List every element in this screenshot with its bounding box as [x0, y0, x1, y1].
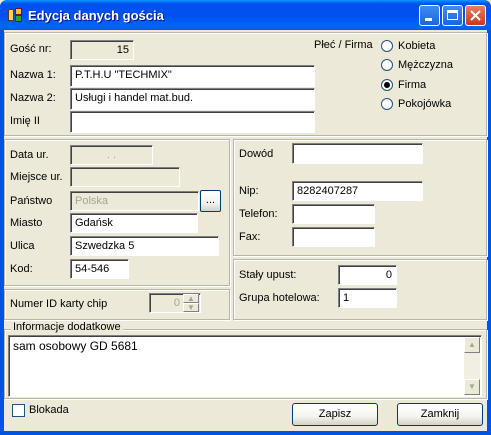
scroll-down-icon[interactable]: ▼ — [464, 379, 480, 395]
name1-label: Nazwa 1: — [10, 69, 56, 81]
nip-input[interactable]: 8282407287 — [292, 181, 423, 201]
radio-firma[interactable] — [381, 79, 393, 91]
maximize-button[interactable] — [442, 5, 463, 26]
discount-label: Stały upust: — [239, 269, 297, 281]
info-textarea[interactable]: sam osobowy GD 5681 ▲ ▼ — [8, 335, 482, 397]
radio-kobieta-label[interactable]: Kobieta — [398, 40, 435, 52]
phone-label: Telefon: — [239, 208, 278, 220]
name1-input[interactable]: P.T.H.U "TECHMIX" — [70, 65, 315, 87]
hotel-app-icon — [8, 8, 22, 22]
phone-input[interactable] — [292, 204, 375, 224]
radio-mezczyzna[interactable] — [381, 59, 393, 71]
document-input[interactable] — [292, 143, 423, 164]
postcode-label: Kod: — [10, 263, 33, 275]
minimize-icon — [425, 18, 432, 21]
birthdate-label: Data ur. — [10, 149, 49, 161]
radio-pokojowka[interactable] — [381, 98, 393, 110]
city-label: Miasto — [10, 217, 43, 229]
close-window-button[interactable] — [465, 5, 486, 26]
document-label: Dowód — [239, 148, 274, 160]
info-group-title: Informacje dodatkowe — [11, 321, 123, 333]
name2-label: Nazwa 2: — [10, 92, 56, 104]
firstname-input[interactable] — [70, 111, 315, 133]
type-group-label: Płeć / Firma — [314, 39, 373, 51]
fax-input[interactable] — [292, 227, 375, 247]
hotel-group-label: Grupa hotelowa: — [239, 292, 320, 304]
country-input[interactable]: Polska — [70, 191, 199, 211]
birthplace-input[interactable] — [70, 167, 180, 187]
postcode-input[interactable]: 54-546 — [70, 259, 129, 279]
radio-mezczyzna-label[interactable]: Mężczyzna — [398, 59, 453, 71]
firstname-label: Imię II — [10, 115, 40, 127]
name2-input[interactable]: Usługi i handel mat.bud. — [70, 88, 315, 110]
blocked-label[interactable]: Blokada — [29, 404, 69, 416]
street-input[interactable]: Szwedzka 5 — [70, 236, 219, 256]
title-bar[interactable]: Edycja danych gościa — [0, 0, 491, 30]
scroll-up-icon[interactable]: ▲ — [464, 337, 480, 353]
nip-label: Nip: — [239, 185, 259, 197]
guest-number-field: 15 — [70, 40, 134, 60]
info-text: sam osobowy GD 5681 — [13, 339, 138, 353]
chip-spinner[interactable]: ▲ ▼ — [183, 294, 199, 312]
info-scrollbar[interactable]: ▲ ▼ — [464, 337, 480, 395]
birthplace-label: Miejsce ur. — [10, 171, 63, 183]
blocked-checkbox[interactable] — [12, 404, 25, 417]
street-label: Ulica — [10, 240, 35, 252]
fax-label: Fax: — [239, 231, 261, 243]
guest-number-label: Gość nr: — [10, 43, 52, 55]
radio-pokojowka-label[interactable]: Pokojówka — [398, 98, 451, 110]
city-input[interactable]: Gdańsk — [70, 213, 198, 233]
country-picker-button[interactable]: ... — [200, 190, 221, 212]
dialog-body: Gość nr: 15 Nazwa 1: P.T.H.U "TECHMIX" N… — [4, 30, 487, 431]
close-button[interactable]: Zamknij — [397, 403, 483, 426]
close-icon — [470, 10, 481, 21]
spin-up-icon[interactable]: ▲ — [183, 294, 199, 303]
chip-label: Numer ID karty chip — [10, 298, 108, 310]
discount-input[interactable]: 0 — [338, 265, 397, 285]
hotel-group-input[interactable]: 1 — [338, 288, 397, 308]
minimize-button[interactable] — [419, 5, 440, 26]
country-label: Państwo — [10, 195, 53, 207]
maximize-icon — [447, 10, 458, 20]
save-button[interactable]: Zapisz — [292, 403, 378, 426]
dialog-window: Edycja danych gościa Gość nr: 15 Nazwa 1… — [0, 0, 491, 435]
radio-kobieta[interactable] — [381, 40, 393, 52]
spin-down-icon[interactable]: ▼ — [183, 303, 199, 312]
radio-firma-label[interactable]: Firma — [398, 79, 426, 91]
window-title: Edycja danych gościa — [28, 8, 164, 23]
birthdate-input[interactable]: . . — [70, 145, 153, 165]
